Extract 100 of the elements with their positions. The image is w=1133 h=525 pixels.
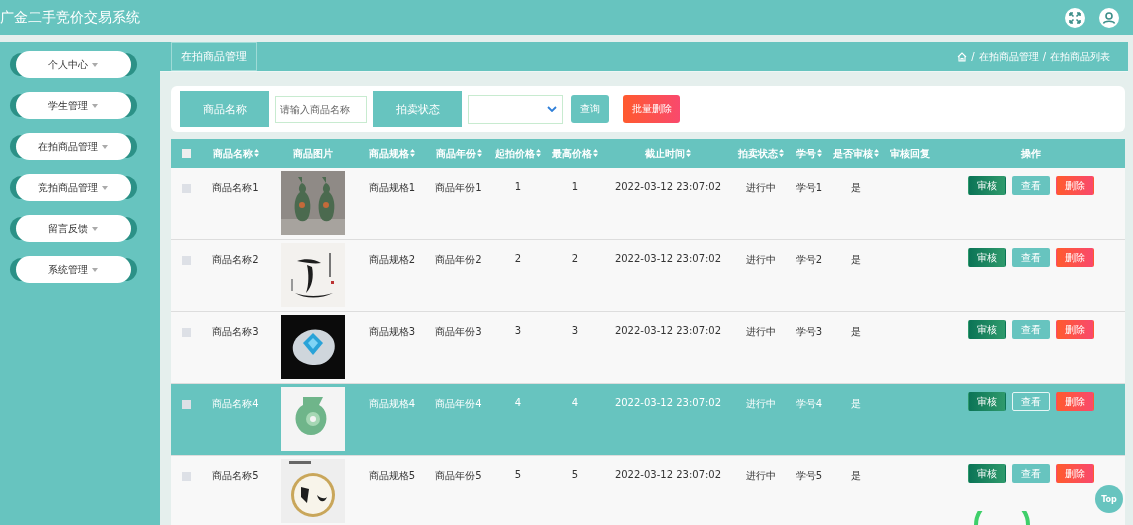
table-cell: 是 xyxy=(851,181,861,195)
table-cell: 是 xyxy=(851,397,861,411)
home-icon[interactable] xyxy=(957,51,968,62)
table-row[interactable]: 商品名称1 商品规格1 商品年份1 1 1 2022-03-12 23:07:02 进行中 学号1 是 审核 查看 删除 xyxy=(171,168,1125,240)
table-cell: 2022-03-12 23:07:02 xyxy=(614,397,722,408)
delete-button[interactable]: 删除 xyxy=(1056,176,1094,195)
select-all-checkbox[interactable] xyxy=(181,149,191,158)
table-cell: 2022-03-12 23:07:02 xyxy=(614,253,722,264)
ring-icon xyxy=(972,511,1032,525)
sort-icon[interactable] xyxy=(410,148,415,157)
sort-icon[interactable] xyxy=(253,148,259,157)
audit-button[interactable]: 审核 xyxy=(968,176,1006,195)
table-cell: 学号1 xyxy=(795,181,823,195)
audit-button[interactable]: 审核 xyxy=(968,464,1006,483)
column-header[interactable]: 是否审核 xyxy=(833,146,879,161)
table-cell: 1 xyxy=(514,181,522,192)
status-select[interactable] xyxy=(468,94,563,124)
column-header[interactable]: 商品图片 xyxy=(293,146,333,161)
table-cell: 商品年份3 xyxy=(435,325,482,339)
table-cell: 商品规格2 xyxy=(368,253,416,267)
table-cell: 商品规格3 xyxy=(368,325,416,339)
batch-delete-button[interactable]: 批量删除 xyxy=(623,95,680,123)
table-row[interactable]: 商品名称3 商品规格3 商品年份3 3 3 2022-03-12 23:07:02 进行中 学号3 是 审核 查看 删除 xyxy=(171,312,1125,384)
table-cell: 学号2 xyxy=(795,253,823,267)
table-cell: 3 xyxy=(571,325,579,336)
sort-icon[interactable] xyxy=(593,148,598,157)
caret-icon xyxy=(92,62,98,67)
table-cell: 进行中 xyxy=(746,253,776,267)
table-cell: 进行中 xyxy=(746,325,776,339)
fullscreen-icon[interactable] xyxy=(1065,7,1085,28)
table-row[interactable]: 商品名称4 商品规格4 商品年份4 4 4 2022-03-12 23:07:02 进行中 学号4 是 审核 查看 删除 xyxy=(171,384,1125,456)
row-checkbox[interactable] xyxy=(181,472,191,481)
sort-icon[interactable] xyxy=(779,148,784,157)
row-checkbox[interactable] xyxy=(181,256,191,265)
page-tag[interactable]: 在拍商品管理 xyxy=(171,42,257,71)
table-cell: 是 xyxy=(851,469,861,483)
query-button[interactable]: 查询 xyxy=(571,95,609,123)
column-header[interactable]: 起拍价格 xyxy=(495,146,541,161)
view-button[interactable]: 查看 xyxy=(1012,248,1050,267)
caret-icon xyxy=(102,185,108,190)
caret-icon xyxy=(92,226,98,231)
delete-button[interactable]: 删除 xyxy=(1056,464,1094,483)
row-checkbox[interactable] xyxy=(181,400,191,409)
table-cell: 商品规格4 xyxy=(368,397,416,411)
table-cell: 商品名称4 xyxy=(212,397,259,411)
column-header[interactable]: 商品规格 xyxy=(369,146,415,161)
table-cell: 是 xyxy=(851,253,861,267)
table-cell: 2022-03-12 23:07:02 xyxy=(614,469,722,480)
sort-icon[interactable] xyxy=(874,148,879,157)
table-cell: 是 xyxy=(851,325,861,339)
delete-button[interactable]: 删除 xyxy=(1056,248,1094,267)
sort-icon[interactable] xyxy=(476,148,482,157)
table-cell: 商品名称3 xyxy=(212,325,259,339)
audit-button[interactable]: 审核 xyxy=(968,320,1006,339)
breadcrumb-link[interactable]: 在拍商品列表 xyxy=(1050,49,1110,64)
sort-icon[interactable] xyxy=(686,148,691,157)
table-cell: 进行中 xyxy=(746,469,776,483)
sort-icon[interactable] xyxy=(536,148,541,157)
table-cell: 5 xyxy=(514,469,522,480)
column-header[interactable]: 审核回复 xyxy=(890,146,930,161)
table-cell: 5 xyxy=(571,469,579,480)
table-cell: 进行中 xyxy=(746,181,776,195)
user-icon[interactable] xyxy=(1099,7,1119,28)
breadcrumb-link[interactable]: 在拍商品管理 xyxy=(978,49,1039,64)
table-cell: 学号4 xyxy=(795,397,823,411)
name-input[interactable]: 请输入商品名称 xyxy=(275,95,367,123)
caret-icon xyxy=(102,144,108,149)
table-cell: 商品名称5 xyxy=(212,469,259,483)
table-cell: 2022-03-12 23:07:02 xyxy=(614,181,722,192)
table-cell: 2 xyxy=(514,253,522,264)
caret-icon xyxy=(92,267,98,272)
column-header[interactable]: 截止时间 xyxy=(645,146,691,161)
column-header[interactable]: 商品名称 xyxy=(212,146,259,161)
column-header[interactable]: 最高价格 xyxy=(552,146,598,161)
view-button[interactable]: 查看 xyxy=(1012,464,1050,483)
table-cell: 进行中 xyxy=(746,397,776,411)
view-button[interactable]: 查看 xyxy=(1012,392,1050,411)
audit-button[interactable]: 审核 xyxy=(968,392,1006,411)
row-checkbox[interactable] xyxy=(181,184,191,193)
field-label: 拍卖状态 xyxy=(373,91,462,127)
field-label: 商品名称 xyxy=(180,91,269,127)
column-header[interactable]: 学号 xyxy=(796,146,822,161)
delete-button[interactable]: 删除 xyxy=(1056,320,1094,339)
table-cell: 4 xyxy=(514,397,522,408)
delete-button[interactable]: 删除 xyxy=(1056,392,1094,411)
column-header[interactable]: 操作 xyxy=(1021,146,1041,161)
sort-icon[interactable] xyxy=(817,148,822,157)
table-cell: 3 xyxy=(514,325,522,336)
table-cell: 商品名称2 xyxy=(212,253,259,267)
view-button[interactable]: 查看 xyxy=(1012,320,1050,339)
table-cell: 学号5 xyxy=(795,469,823,483)
audit-button[interactable]: 审核 xyxy=(968,248,1006,267)
breadcrumb-separator: / xyxy=(1042,51,1046,62)
row-checkbox[interactable] xyxy=(181,328,191,337)
table-row[interactable]: 商品名称2 商品规格2 商品年份2 2 2 2022-03-12 23:07:02 进行中 学号2 是 审核 查看 删除 xyxy=(171,240,1125,312)
table-cell: 2022-03-12 23:07:02 xyxy=(614,325,722,336)
view-button[interactable]: 查看 xyxy=(1012,176,1050,195)
column-header[interactable]: 商品年份 xyxy=(435,146,482,161)
column-header[interactable]: 拍卖状态 xyxy=(738,146,784,161)
table-cell: 商品年份4 xyxy=(435,397,482,411)
